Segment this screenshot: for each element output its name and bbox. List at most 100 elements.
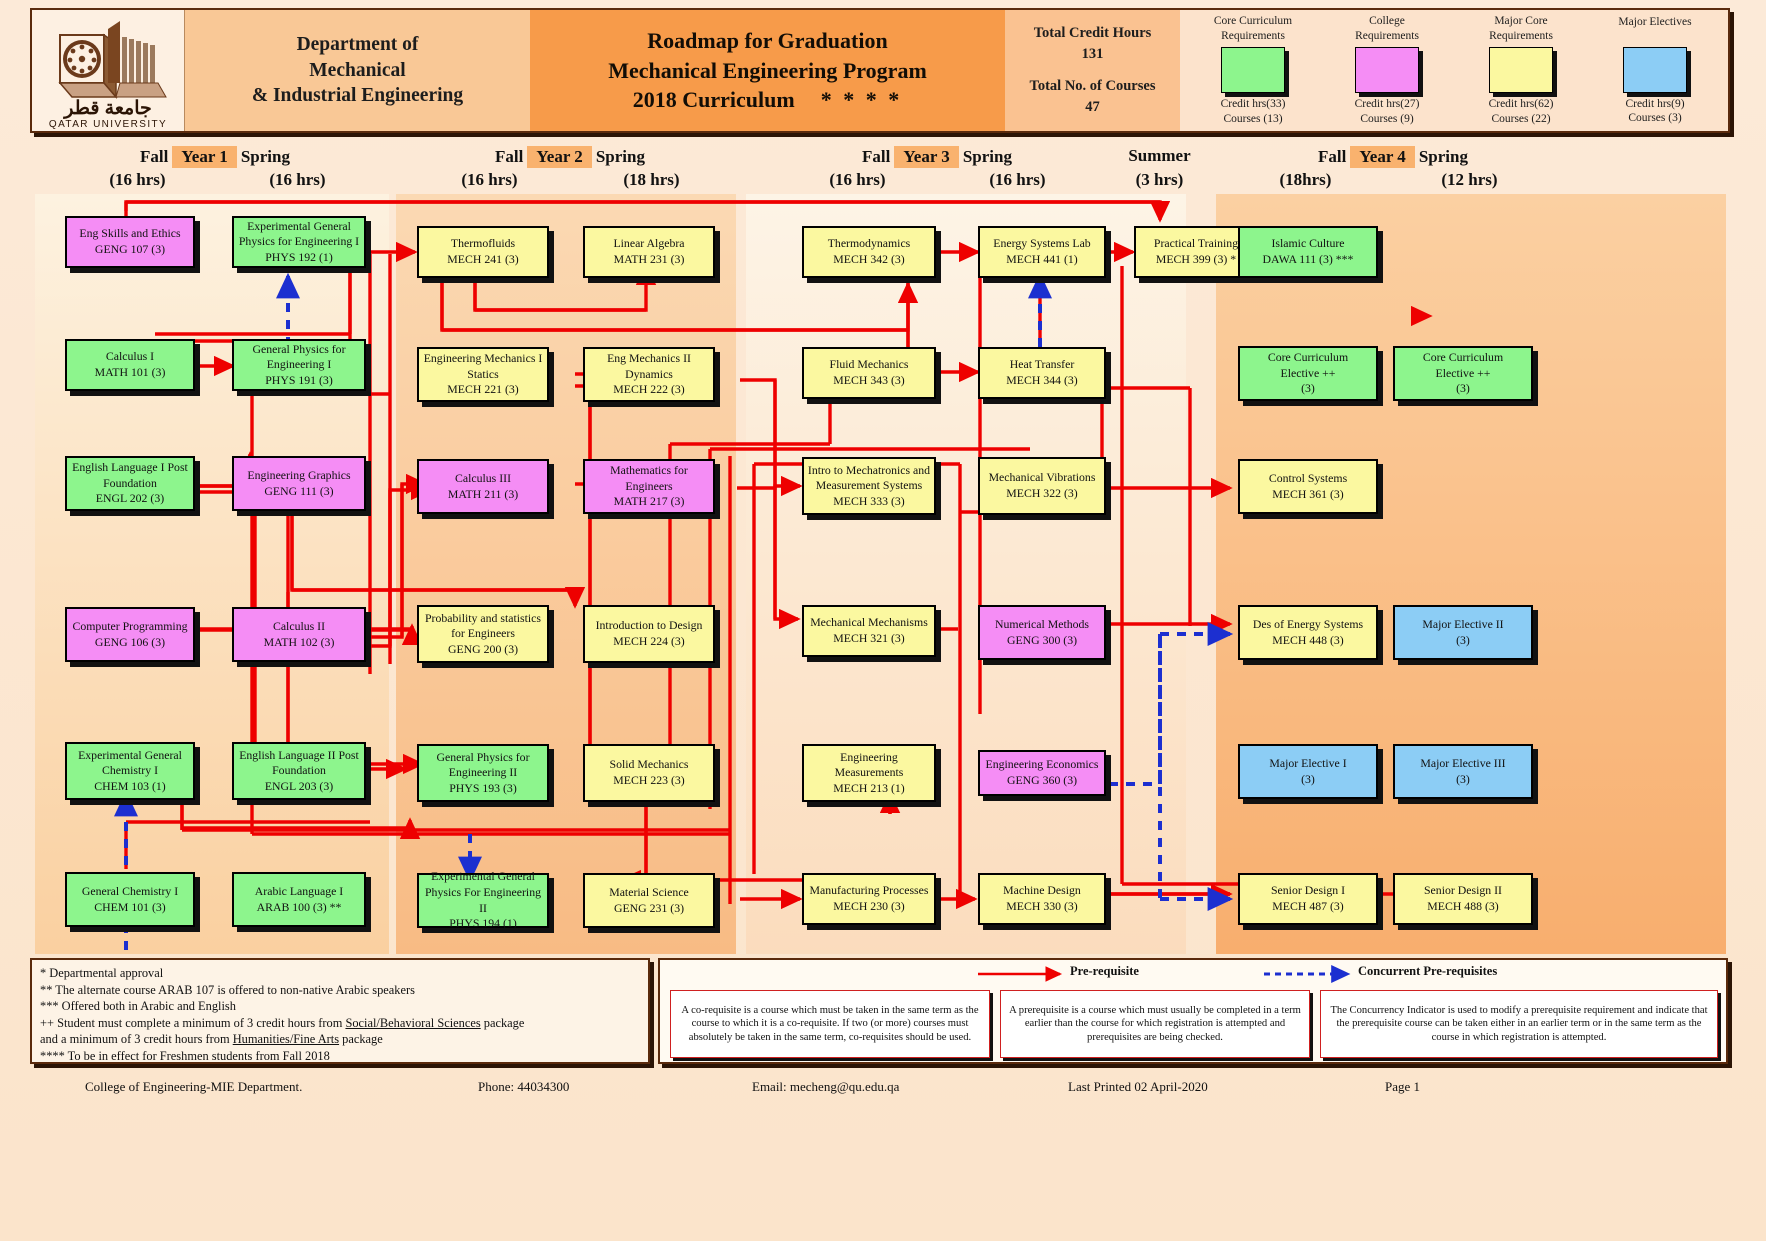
course-code: DAWA 111 (3) *** [1262,252,1354,266]
course-title: Machine Design [1003,883,1081,898]
course-title: Energy Systems Lab [993,236,1091,251]
course-mech333[interactable]: Intro to Mechatronics and Measurement Sy… [802,457,936,515]
course-phys194[interactable]: Experimental General Physics For Enginee… [417,869,549,930]
course-math211[interactable]: Calculus III MATH 211 (3) [417,459,549,514]
course-code: MECH 321 (3) [833,631,905,645]
course-mech343[interactable]: Fluid Mechanics MECH 343 (3) [802,347,936,399]
course-code: PHYS 192 (1) [265,249,333,264]
course-title: Engineering Economics [985,757,1099,772]
course-phys193[interactable]: General Physics for Engineering II PHYS … [417,744,549,802]
total-credit-hours-value: 131 [1081,45,1104,62]
course-geng360[interactable]: Engineering Economics GENG 360 (3) [978,750,1106,796]
footnote-5-a: and a minimum of 3 credit hours from [40,1032,233,1046]
course-geng107[interactable]: Eng Skills and Ethics GENG 107 (3) [65,216,195,268]
course-mech330[interactable]: Machine Design MECH 330 (3) [978,873,1106,925]
year-1-label: Year 1 [172,146,237,168]
summer-hours: (3 hrs) [1135,170,1184,189]
course-geng111[interactable]: Engineering Graphics GENG 111 (3) [232,456,366,511]
title-line-2: Mechanical Engineering Program [608,57,927,83]
course-code: MECH 441 (1) [1006,252,1078,266]
course-mech441[interactable]: Energy Systems Lab MECH 441 (1) [978,226,1106,278]
course-title: English Language I Post [72,460,188,475]
footnote-4: ++ Student must complete a minimum of 3 … [40,1015,640,1032]
course-math102[interactable]: Calculus II MATH 102 (3) [232,607,366,662]
course-title: Practical Training [1153,236,1239,251]
title-line-1: Roadmap for Graduation [647,27,888,53]
course-mech222[interactable]: Eng Mechanics II Dynamics MECH 222 (3) [583,347,715,402]
course-code: MECH 448 (3) [1272,632,1344,647]
course-code: CHEM 103 (1) [94,778,166,793]
footer-printed-date: Last Printed 02 April-2020 [1068,1079,1208,1094]
course-geng300[interactable]: Numerical Methods GENG 300 (3) [978,605,1106,660]
legend-swatch-core [1221,47,1285,93]
course-credits: (3) [1301,771,1315,786]
course-title: Experimental General [78,747,182,762]
course-phys191[interactable]: General Physics for Engineering I PHYS 1… [232,339,366,391]
course-math217[interactable]: Mathematics for Engineers MATH 217 (3) [583,459,715,514]
course-title: Thermodynamics [827,236,911,251]
course-major-elective-1[interactable]: Major Elective I (3) [1238,744,1378,799]
course-title: Numerical Methods [994,616,1090,631]
page-title: Roadmap for Graduation Mechanical Engine… [530,10,1005,131]
course-mech487[interactable]: Senior Design I MECH 487 (3) [1238,873,1378,925]
course-mech448[interactable]: Des of Energy Systems MECH 448 (3) [1238,605,1378,660]
course-math101[interactable]: Calculus I MATH 101 (3) [65,339,195,391]
legend-item-major-core: Major Core Requirements Credit hrs(62) C… [1465,14,1577,127]
legend-title-line2: Requirements [1489,30,1553,43]
course-code: MECH 224 (3) [613,634,685,648]
course-major-elective-2[interactable]: Major Elective II (3) [1393,605,1533,660]
course-core-elective-2[interactable]: Core Curriculum Elective ++ (3) [1393,346,1533,401]
corequisite-definition: A co-requisite is a course which must be… [670,990,990,1058]
course-mech230[interactable]: Manufacturing Processes MECH 230 (3) [802,873,936,925]
course-mech488[interactable]: Senior Design II MECH 488 (3) [1393,873,1533,925]
course-mech223[interactable]: Solid Mechanics MECH 223 (3) [583,744,715,802]
course-code: GENG 106 (3) [94,634,166,649]
year-2-label: Year 2 [527,146,592,168]
course-math231[interactable]: Linear Algebra MATH 231 (3) [583,226,715,278]
legend-title-line1: Core Curriculum [1213,15,1293,28]
course-mech361[interactable]: Control Systems MECH 361 (3) [1238,459,1378,514]
course-dawa111[interactable]: Islamic Culture DAWA 111 (3) *** [1238,226,1378,278]
course-mech344[interactable]: Heat Transfer MECH 344 (3) [978,347,1106,399]
course-chem103[interactable]: Experimental General Chemistry I CHEM 10… [65,742,195,800]
legend-courses: Courses (9) [1360,112,1414,125]
course-code: GENG 111 (3) [264,483,334,498]
course-code: MECH 222 (3) [613,382,685,397]
course-geng106[interactable]: Computer Programming GENG 106 (3) [65,607,195,662]
course-title: Calculus I [105,349,155,364]
year-2-band [396,194,736,954]
course-mech342[interactable]: Thermodynamics MECH 342 (3) [802,226,936,278]
course-title: Material Science [609,884,689,899]
course-geng231[interactable]: Material Science GENG 231 (3) [583,873,715,928]
course-mech321[interactable]: Mechanical Mechanisms MECH 321 (3) [802,605,936,657]
legend-swatch-college [1355,47,1419,93]
course-major-elective-3[interactable]: Major Elective III (3) [1393,744,1533,799]
footnote-5-pkg: Humanities/Fine Arts [232,1032,340,1046]
year-4-spring-label: Spring [1418,147,1468,166]
course-geng200[interactable]: Probability and statistics for Engineers… [417,605,549,663]
course-mech221[interactable]: Engineering Mechanics I Statics MECH 221… [417,347,549,402]
course-title: Senior Design I [1270,883,1346,898]
year-3-heading: Fall Year 3 Spring [792,146,1082,168]
course-engl202[interactable]: English Language I Post Foundation ENGL … [65,456,195,511]
course-mech213[interactable]: Engineering Measurements MECH 213 (1) [802,744,936,802]
course-phys192[interactable]: Experimental General Physics for Enginee… [232,216,366,268]
course-chem101[interactable]: General Chemistry I CHEM 101 (3) [65,872,195,927]
course-title: Heat Transfer [1009,357,1075,372]
year-2-spring-hours: (18 hrs) [623,170,680,189]
course-mech322[interactable]: Mechanical Vibrations MECH 322 (3) [978,457,1106,515]
course-code: MECH 361 (3) [1272,486,1344,501]
footnote-6: **** To be in effect for Freshmen studen… [40,1048,330,1063]
concurrent-legend-label: Concurrent Pre-requisites [1358,964,1498,978]
course-title: Probability and statistics [425,610,541,625]
course-core-elective-1[interactable]: Core Curriculum Elective ++ (3) [1238,346,1378,401]
legend-courses: Courses (13) [1223,112,1283,125]
total-courses-label: Total No. of Courses [1029,78,1156,94]
course-mech224[interactable]: Introduction to Design MECH 224 (3) [583,605,715,663]
course-mech241[interactable]: Thermofluids MECH 241 (3) [417,226,549,278]
course-title: Fluid Mechanics [829,357,909,372]
department-title: Department of Mechanical & Industrial En… [185,10,530,131]
course-arab100[interactable]: Arabic Language I ARAB 100 (3) ** [232,872,366,927]
course-engl203[interactable]: English Language II Post Foundation ENGL… [232,742,366,800]
year-1-heading: Fall Year 1 Spring [70,146,360,168]
